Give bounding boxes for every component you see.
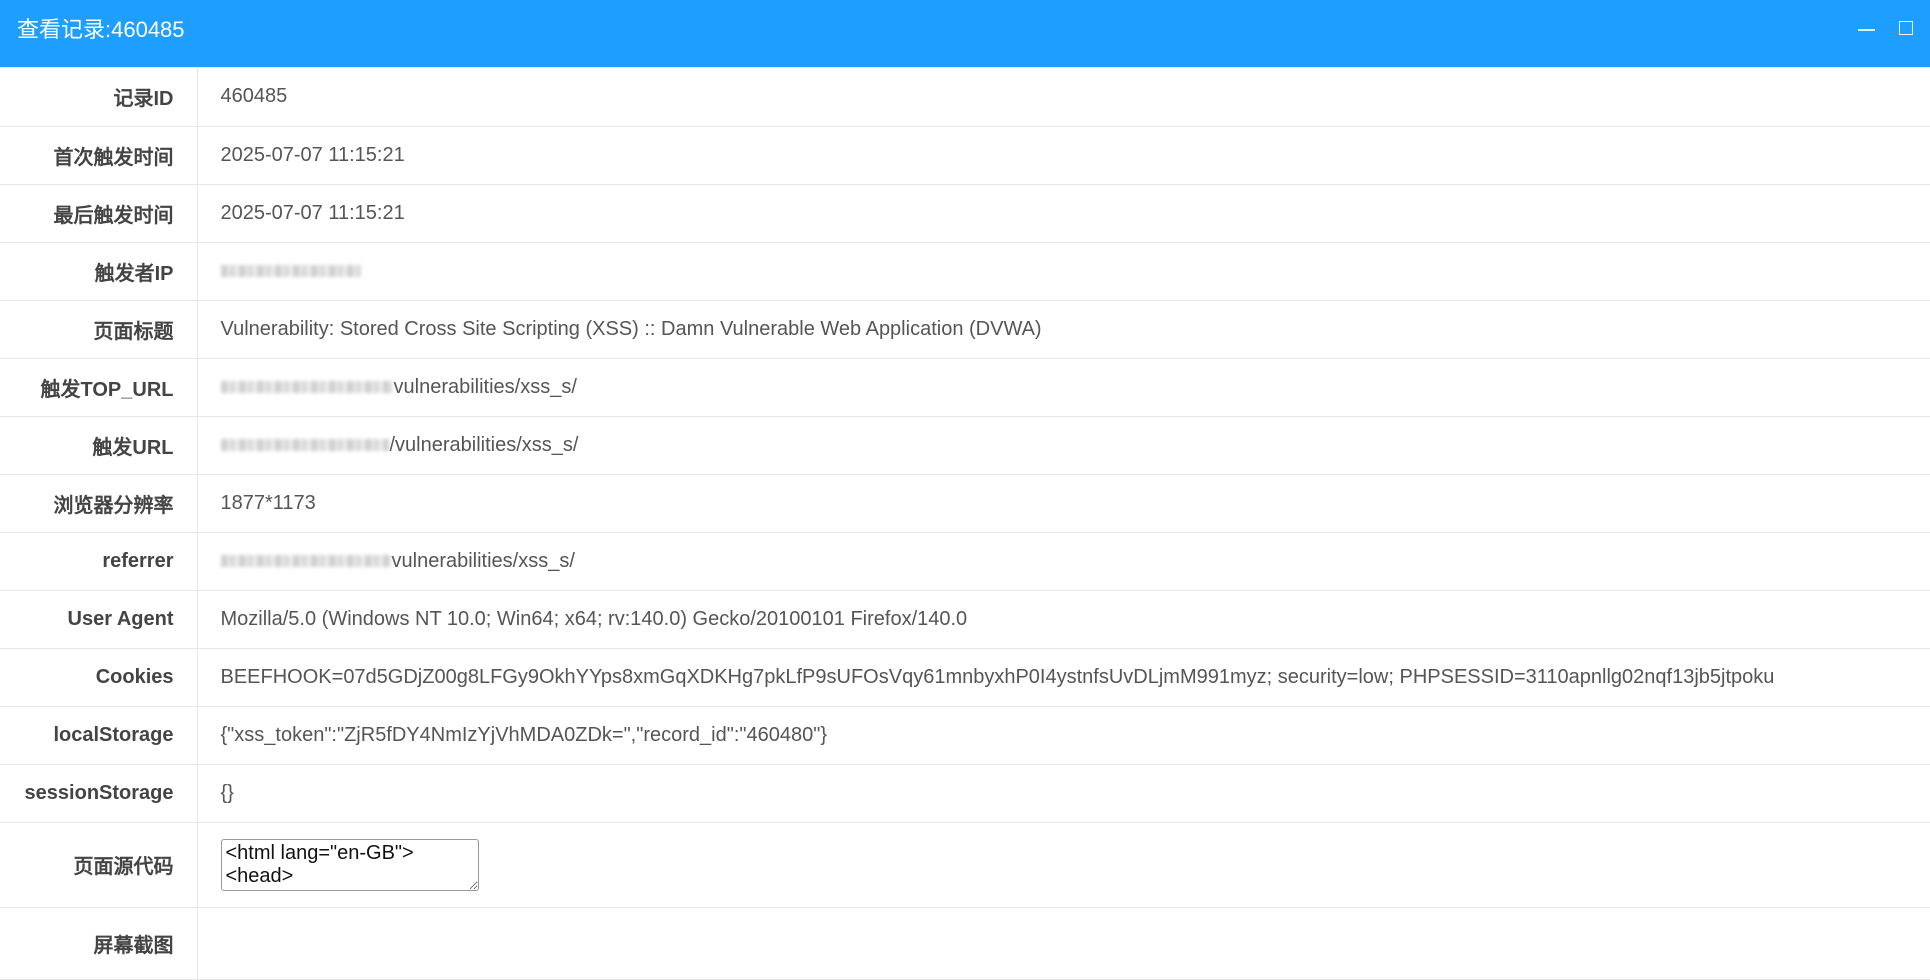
page-source-cell: <html lang="en-GB"><head>: [197, 822, 1930, 908]
record-id-value: 460485: [197, 68, 1930, 127]
table-row: 页面标题 Vulnerability: Stored Cross Site Sc…: [0, 300, 1930, 359]
table-row: 首次触发时间 2025-07-07 11:15:21: [0, 126, 1930, 185]
first-trigger-value: 2025-07-07 11:15:21: [197, 126, 1930, 185]
window-title: 查看记录:460485: [17, 17, 185, 42]
screenshot-value: [197, 907, 1930, 980]
referrer-value: vulnerabilities/xss_s/: [197, 532, 1930, 591]
table-row: 最后触发时间 2025-07-07 11:15:21: [0, 184, 1930, 243]
row-label: sessionStorage: [0, 764, 198, 823]
row-label: referrer: [0, 532, 198, 591]
row-label: 首次触发时间: [0, 126, 198, 185]
row-label: 页面源代码: [0, 822, 198, 908]
table-row: localStorage {"xss_token":"ZjR5fDY4NmIzY…: [0, 706, 1930, 765]
row-label: 触发者IP: [0, 242, 198, 301]
row-label: 浏览器分辨率: [0, 474, 198, 533]
maximize-icon[interactable]: [1897, 19, 1917, 39]
user-agent-value: Mozilla/5.0 (Windows NT 10.0; Win64; x64…: [197, 590, 1930, 649]
window-titlebar: 查看记录:460485: [0, 0, 1930, 68]
page-title-value: Vulnerability: Stored Cross Site Scripti…: [197, 300, 1930, 359]
resolution-value: 1877*1173: [197, 474, 1930, 533]
row-label: 触发TOP_URL: [0, 358, 198, 417]
row-label: 最后触发时间: [0, 184, 198, 243]
session-storage-value: {}: [197, 764, 1930, 823]
record-table: 记录ID 460485 首次触发时间 2025-07-07 11:15:21 最…: [0, 68, 1930, 980]
table-row: 触发TOP_URL vulnerabilities/xss_s/: [0, 358, 1930, 417]
row-label: localStorage: [0, 706, 198, 765]
row-label: 记录ID: [0, 68, 198, 127]
row-label: Cookies: [0, 648, 198, 707]
table-row: Cookies BEEFHOOK=07d5GDjZ00g8LFGy9OkhYYp…: [0, 648, 1930, 707]
page-source-textarea[interactable]: <html lang="en-GB"><head>: [220, 838, 479, 891]
table-row: 页面源代码 <html lang="en-GB"><head>: [0, 822, 1930, 908]
row-label: 触发URL: [0, 416, 198, 475]
table-row: sessionStorage {}: [0, 764, 1930, 823]
table-row: referrer vulnerabilities/xss_s/: [0, 532, 1930, 591]
table-row: 触发者IP: [0, 242, 1930, 301]
row-label: 屏幕截图: [0, 907, 198, 980]
row-label: User Agent: [0, 590, 198, 649]
cookies-value: BEEFHOOK=07d5GDjZ00g8LFGy9OkhYYps8xmGqXD…: [197, 648, 1930, 707]
redacted-host: [220, 555, 391, 568]
minimize-icon[interactable]: [1856, 19, 1876, 39]
table-row: User Agent Mozilla/5.0 (Windows NT 10.0;…: [0, 590, 1930, 649]
trigger-ip-value: [197, 242, 1930, 301]
redacted-host: [220, 381, 393, 394]
redacted-ip: [220, 265, 361, 278]
redacted-host: [220, 439, 389, 452]
record-detail: 记录ID 460485 首次触发时间 2025-07-07 11:15:21 最…: [0, 68, 1930, 980]
table-row: 浏览器分辨率 1877*1173: [0, 474, 1930, 533]
local-storage-value: {"xss_token":"ZjR5fDY4NmIzYjVhMDA0ZDk=",…: [197, 706, 1930, 765]
table-row: 屏幕截图: [0, 907, 1930, 980]
table-row: 记录ID 460485: [0, 68, 1930, 127]
row-label: 页面标题: [0, 300, 198, 359]
trigger-url-value: /vulnerabilities/xss_s/: [197, 416, 1930, 475]
table-row: 触发URL /vulnerabilities/xss_s/: [0, 416, 1930, 475]
last-trigger-value: 2025-07-07 11:15:21: [197, 184, 1930, 243]
top-url-value: vulnerabilities/xss_s/: [197, 358, 1930, 417]
